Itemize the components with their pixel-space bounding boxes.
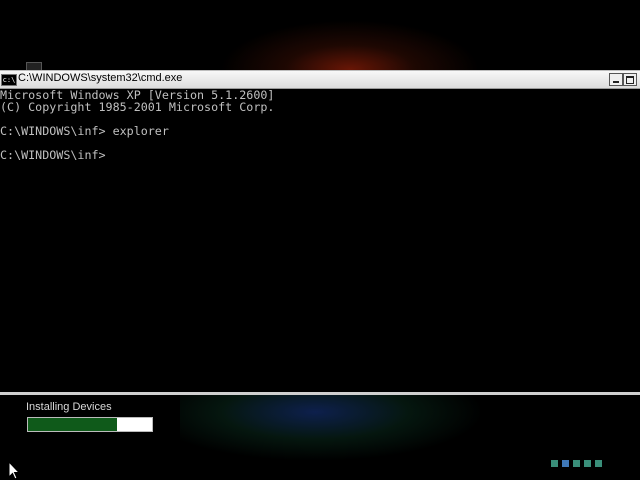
cmd-window[interactable]: c:\ C:\WINDOWS\system32\cmd.exe Microsof… — [0, 70, 640, 395]
progress-fill — [28, 418, 118, 431]
window-title: C:\WINDOWS\system32\cmd.exe — [18, 72, 183, 84]
install-status-label: Installing Devices — [26, 401, 112, 413]
title-bar[interactable]: c:\ C:\WINDOWS\system32\cmd.exe — [0, 70, 640, 89]
loading-dot — [584, 460, 591, 467]
maximize-icon[interactable] — [623, 73, 637, 86]
console-line: (C) Copyright 1985-2001 Microsoft Corp. — [0, 100, 275, 114]
loading-dot — [573, 460, 580, 467]
loading-dot — [595, 460, 602, 467]
console-output[interactable]: Microsoft Windows XP [Version 5.1.2600](… — [0, 89, 640, 161]
loading-dot — [562, 460, 569, 467]
console-line: C:\WINDOWS\inf> explorer — [0, 124, 169, 138]
console-line: C:\WINDOWS\inf> — [0, 148, 106, 162]
loading-dots — [551, 460, 602, 467]
mouse-pointer-icon — [9, 462, 21, 480]
loading-dot — [551, 460, 558, 467]
cmd-icon[interactable]: c:\ — [1, 74, 17, 86]
install-progress-bar — [27, 417, 153, 432]
minimize-icon[interactable] — [609, 73, 623, 86]
